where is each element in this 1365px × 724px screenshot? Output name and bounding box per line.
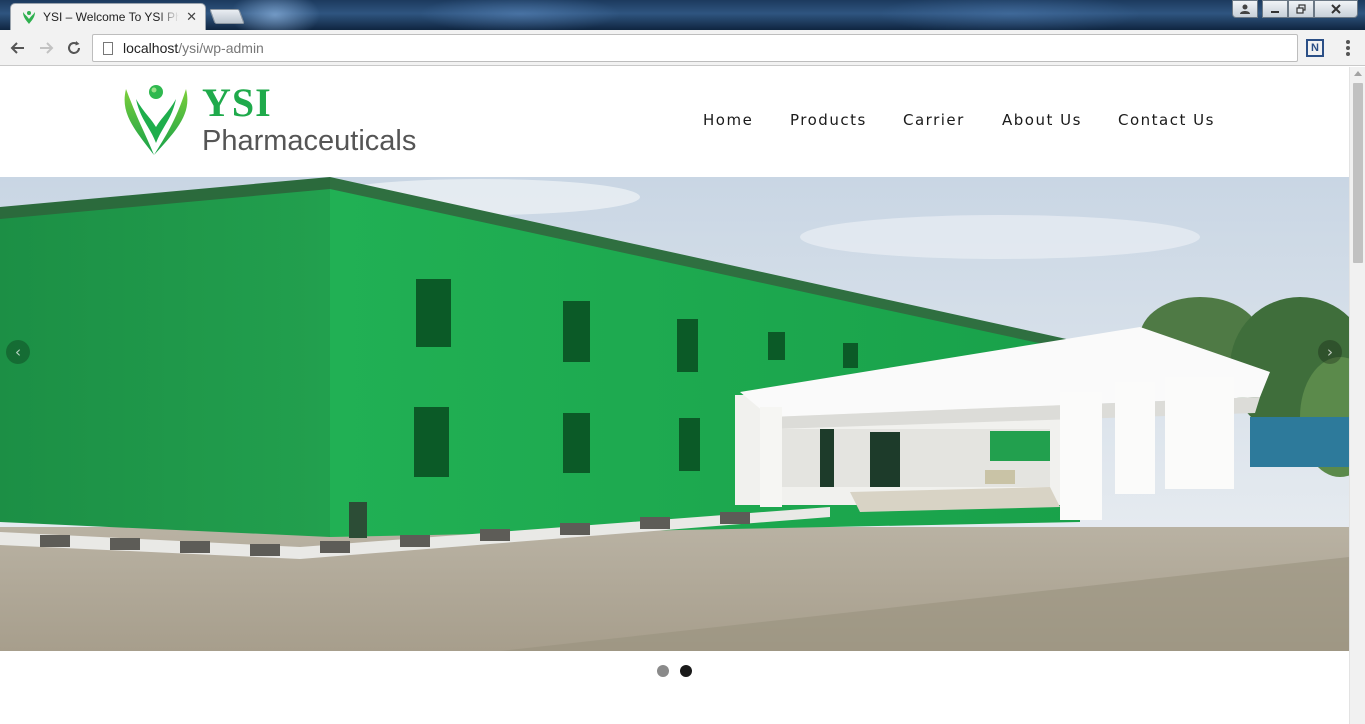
reload-button[interactable] <box>62 36 86 60</box>
nav-link-home[interactable]: Home <box>703 111 753 129</box>
page-viewport: YSI Pharmaceuticals Home Products Carrie… <box>0 67 1365 724</box>
nav-link-products[interactable]: Products <box>790 111 867 129</box>
minimize-icon <box>1271 11 1279 13</box>
close-window-button[interactable] <box>1314 0 1358 18</box>
arrow-right-icon <box>40 42 54 54</box>
back-button[interactable] <box>6 36 30 60</box>
browser-tab-active[interactable]: YSI – Welcome To YSI Pharmaceuticals ✕ <box>10 3 206 30</box>
browser-titlebar: YSI – Welcome To YSI Pharmaceuticals ✕ <box>0 0 1365 30</box>
slide-image-factory-building <box>0 177 1349 651</box>
slider-dot-1[interactable] <box>657 665 669 677</box>
tab-title: YSI – Welcome To YSI Pharmaceuticals <box>43 10 179 24</box>
titlebar-glow <box>880 0 1140 30</box>
site-header: YSI Pharmaceuticals Home Products Carrie… <box>0 67 1349 177</box>
page-scrollbar[interactable] <box>1349 67 1365 724</box>
url-host: localhost <box>123 40 179 56</box>
new-tab-button[interactable] <box>209 9 245 24</box>
reload-icon <box>68 41 80 54</box>
titlebar-glow <box>230 0 320 30</box>
hero-slider: ‹ › <box>0 177 1349 651</box>
slider-prev-button[interactable]: ‹ <box>6 340 30 364</box>
ysi-favicon-icon <box>23 11 35 24</box>
scrollbar-thumb[interactable] <box>1353 83 1363 263</box>
page-icon <box>103 41 113 55</box>
slider-dot-2-active[interactable] <box>680 665 692 677</box>
nav-link-about-us[interactable]: About Us <box>1002 111 1082 129</box>
url-path: /ysi/wp-admin <box>178 40 264 56</box>
nav-link-carrier[interactable]: Carrier <box>903 111 965 129</box>
address-bar[interactable]: localhost/ysi/wp-admin <box>92 34 1298 62</box>
extension-icon[interactable]: N <box>1306 39 1324 57</box>
main-navigation: Home Products Carrier About Us Contact U… <box>0 111 1349 131</box>
tab-close-icon[interactable]: ✕ <box>186 10 197 25</box>
browser-toolbar: localhost/ysi/wp-admin N <box>0 30 1365 66</box>
user-icon <box>1240 4 1250 14</box>
titlebar-glow <box>420 0 620 30</box>
forward-button[interactable] <box>34 36 58 60</box>
restore-icon <box>1296 4 1306 14</box>
minimize-button[interactable] <box>1262 0 1288 18</box>
nav-link-contact-us[interactable]: Contact Us <box>1118 111 1215 129</box>
scroll-up-arrow-icon[interactable] <box>1354 71 1362 76</box>
slider-next-button[interactable]: › <box>1318 340 1342 364</box>
close-icon <box>1331 4 1341 14</box>
browser-menu-icon[interactable] <box>1340 38 1356 58</box>
slider-pagination <box>0 665 1349 679</box>
arrow-left-icon <box>10 42 24 54</box>
restore-button[interactable] <box>1288 0 1314 18</box>
profile-button[interactable] <box>1232 0 1258 18</box>
